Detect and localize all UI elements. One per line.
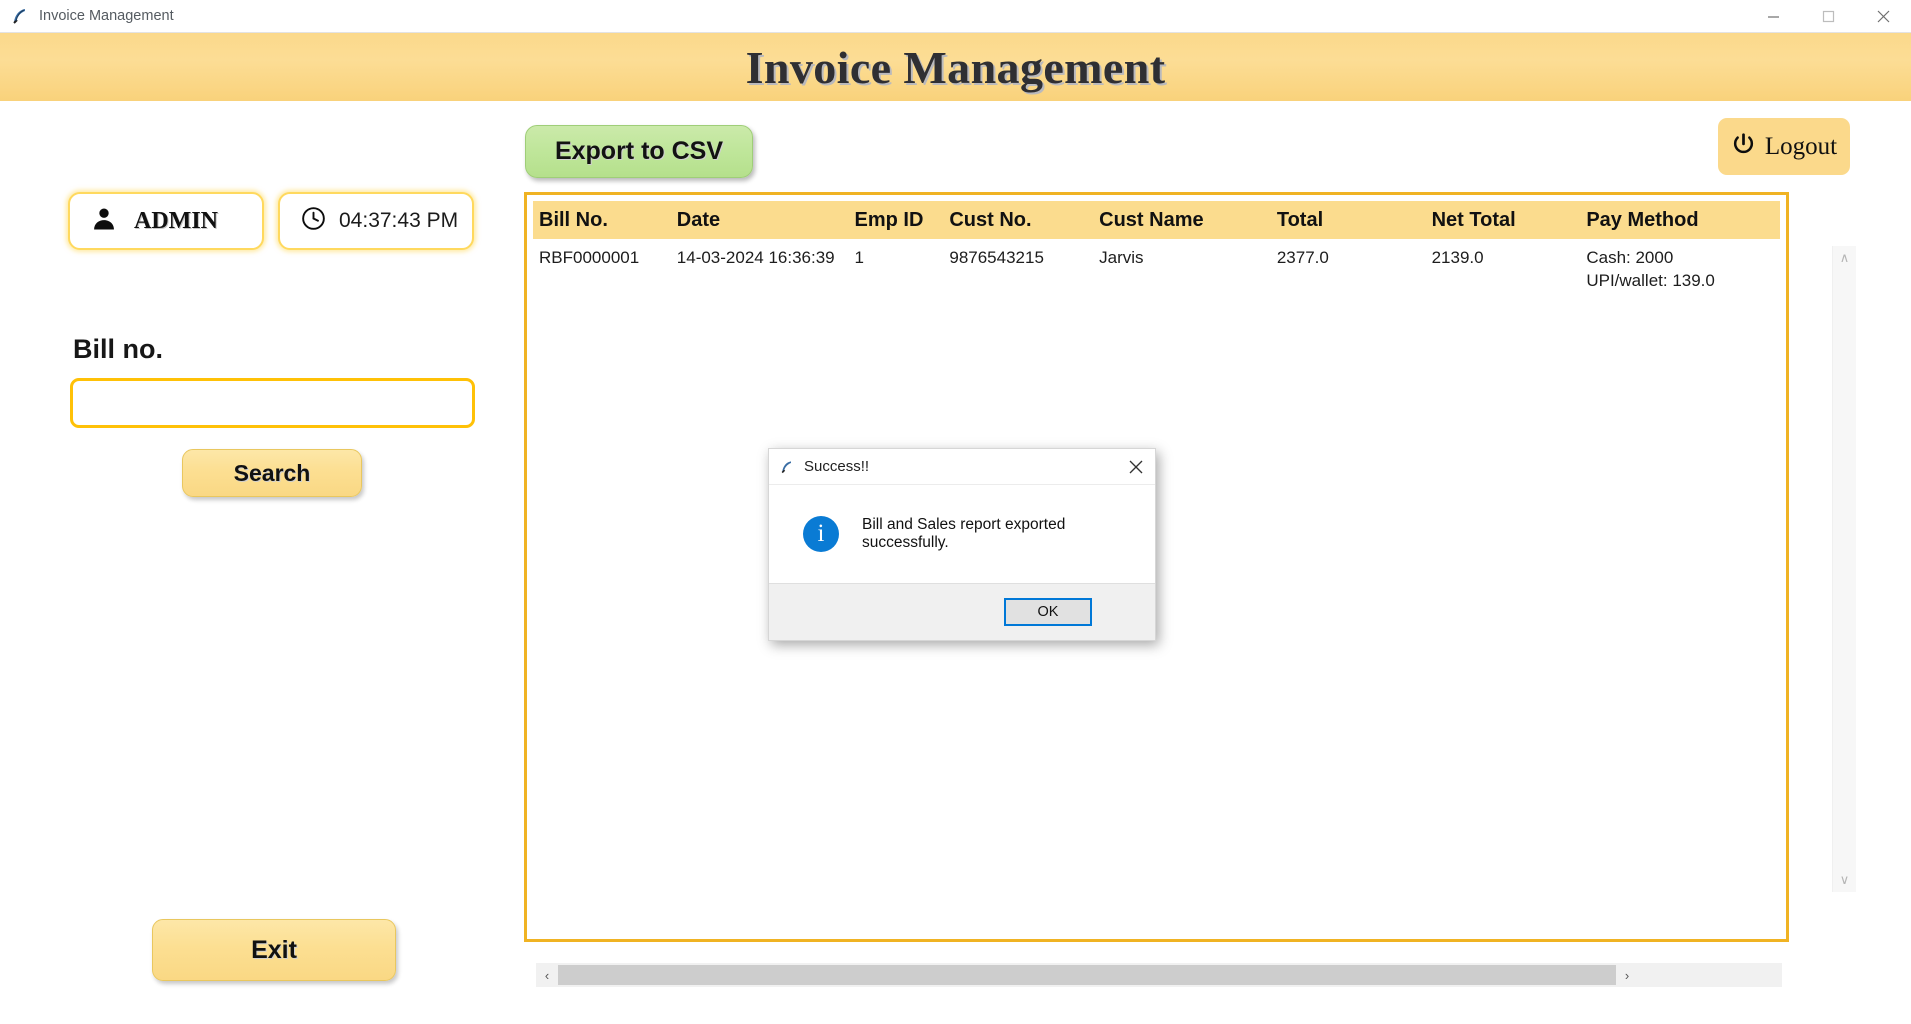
cell-date: 14-03-2024 16:36:39 [676,248,835,267]
window-title: Invoice Management [39,8,174,24]
scroll-left-icon[interactable]: ‹ [536,968,558,983]
maximize-icon[interactable] [1801,0,1856,33]
bill-no-input[interactable] [70,378,475,428]
dialog-title: Success!! [804,458,870,475]
clock-label: 04:37:43 PM [339,209,459,232]
feather-icon [10,6,30,26]
success-dialog: Success!! i Bill and Sales report export… [768,448,1156,641]
user-badge: ADMIN [68,192,264,250]
scroll-right-icon[interactable]: › [1616,968,1638,983]
power-icon [1731,132,1756,162]
clock-badge: 04:37:43 PM [278,192,474,250]
column-header-date[interactable]: Date [671,209,849,232]
user-badge-label: ADMIN [134,207,218,234]
dialog-footer: OK [769,583,1155,640]
column-header-cust-no[interactable]: Cust No. [943,209,1093,232]
ok-button[interactable]: OK [1004,598,1092,626]
column-header-pay-method[interactable]: Pay Method [1580,209,1780,232]
column-header-cust-name[interactable]: Cust Name [1093,209,1271,232]
invoice-table: Bill No. Date Emp ID Cust No. Cust Name … [524,192,1789,942]
minimize-icon[interactable] [1746,0,1801,33]
scroll-down-icon[interactable]: ∨ [1840,868,1850,892]
table-row[interactable]: RBF0000001 14-03-2024 16:36:39 1 9876543… [533,247,1780,293]
search-button[interactable]: Search [182,449,362,497]
page-title: Invoice Management [745,41,1166,93]
dialog-titlebar: Success!! [769,449,1155,485]
bill-no-label: Bill no. [73,334,163,364]
cell-total: 2377.0 [1276,248,1329,267]
cell-cust-no: 9876543215 [949,248,1044,267]
user-icon [90,205,118,238]
column-header-total[interactable]: Total [1271,209,1426,232]
window-titlebar: Invoice Management [0,0,1911,33]
logout-button[interactable]: Logout [1718,118,1850,175]
cell-pay-method: Cash: 2000 UPI/wallet: 139.0 [1586,248,1715,290]
horizontal-scrollbar[interactable]: ‹ › [536,963,1782,987]
window-controls [1746,0,1911,33]
exit-button[interactable]: Exit [152,919,396,981]
cell-emp-id: 1 [854,248,864,267]
column-header-emp-id[interactable]: Emp ID [849,209,944,232]
close-icon[interactable] [1856,0,1911,33]
app-banner: Invoice Management [0,33,1911,101]
info-icon: i [803,516,839,552]
app-window: Invoice Management Invoice Management AD… [0,0,1911,1024]
clock-icon [300,205,327,237]
vertical-scrollbar[interactable]: ∧ ∨ [1832,246,1856,892]
scroll-up-icon[interactable]: ∧ [1840,246,1850,270]
dialog-body: i Bill and Sales report exported success… [769,485,1155,583]
column-header-net-total[interactable]: Net Total [1426,209,1581,232]
cell-cust-name: Jarvis [1099,248,1144,267]
dialog-message: Bill and Sales report exported successfu… [862,516,1066,551]
close-icon[interactable] [1129,460,1143,474]
feather-icon [779,459,795,475]
export-to-csv-button[interactable]: Export to CSV [525,125,753,178]
horizontal-scroll-thumb[interactable] [558,965,1616,985]
logout-label: Logout [1764,132,1838,160]
table-header-row: Bill No. Date Emp ID Cust No. Cust Name … [533,201,1780,239]
column-header-bill-no[interactable]: Bill No. [533,209,671,232]
cell-bill-no: RBF0000001 [539,248,640,267]
cell-net-total: 2139.0 [1431,248,1484,267]
